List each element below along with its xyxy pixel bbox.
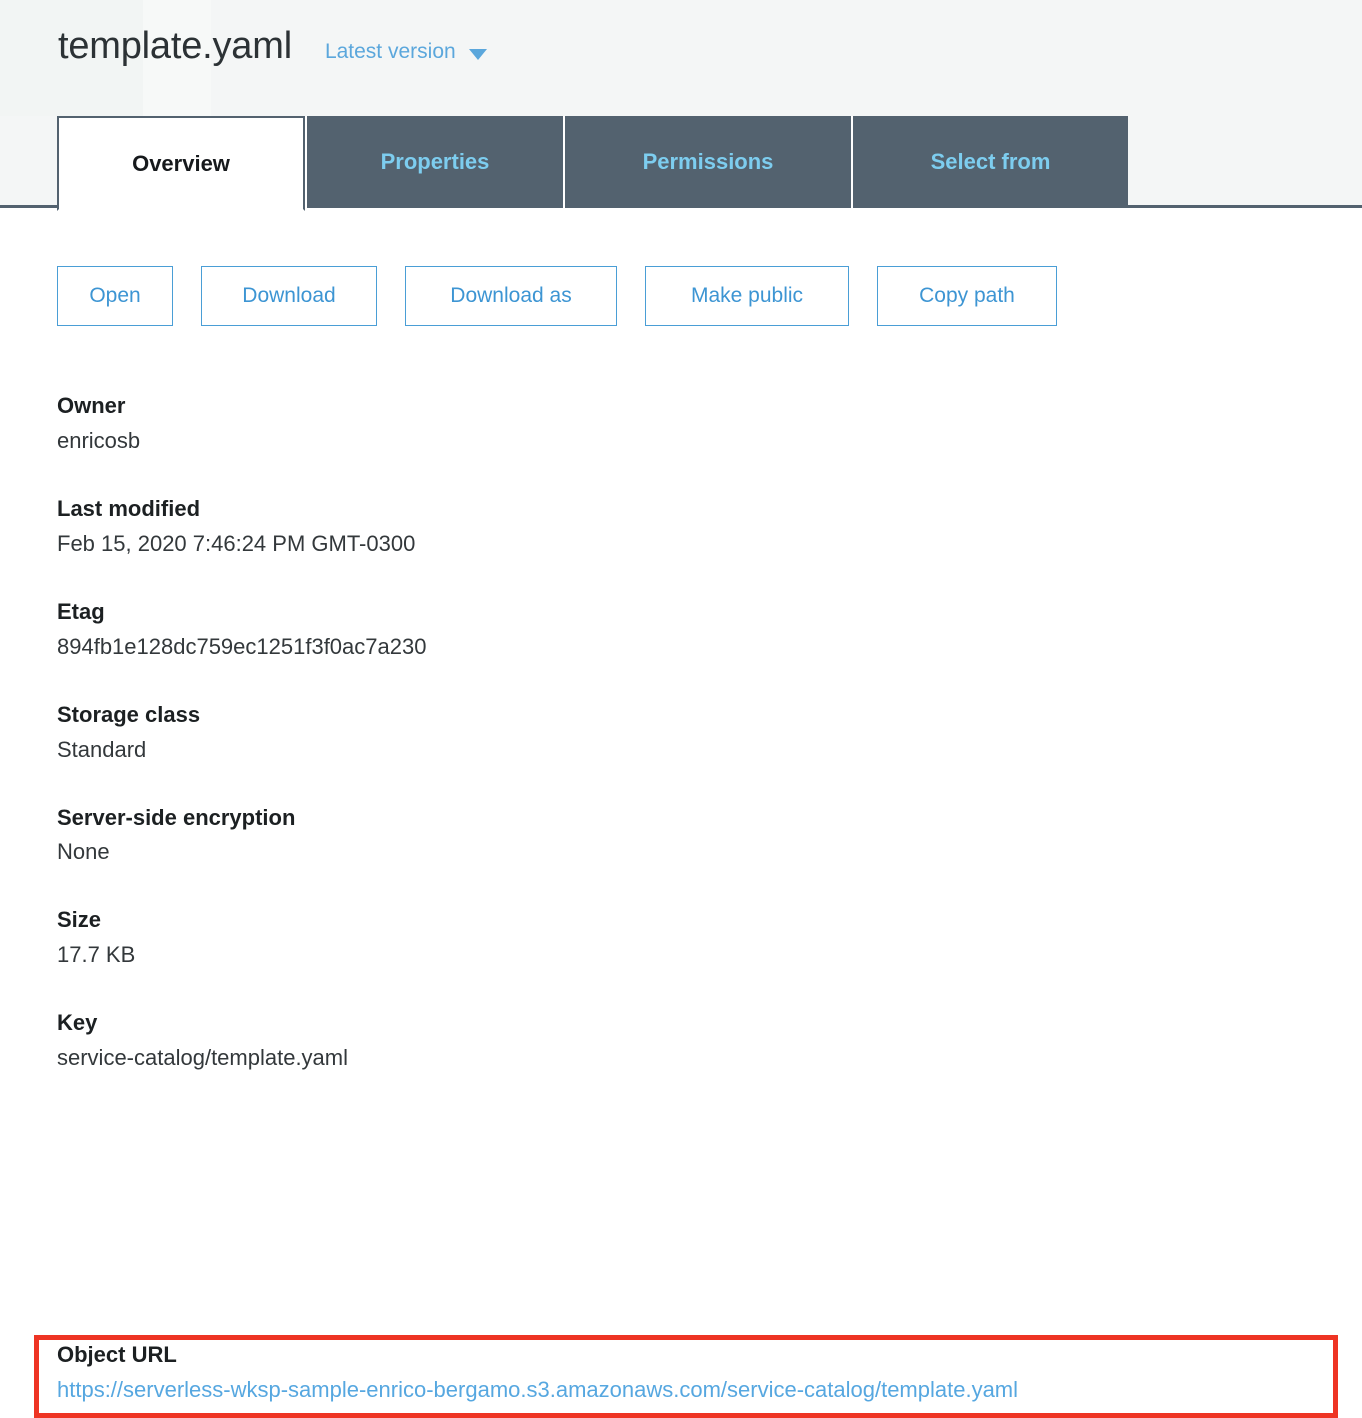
field-object-url-label: Object URL	[57, 1342, 177, 1367]
copy-path-button-label: Copy path	[919, 284, 1015, 307]
download-button[interactable]: Download	[201, 266, 377, 326]
object-url-link[interactable]: https://serverless-wksp-sample-enrico-be…	[57, 1373, 1018, 1406]
tab-bar: Overview Properties Permissions Select f…	[0, 116, 1362, 211]
open-button[interactable]: Open	[57, 266, 173, 326]
field-owner: Owner enricosb	[57, 390, 1362, 457]
version-dropdown[interactable]: Latest version	[325, 40, 487, 64]
field-server-side-encryption: Server-side encryption None	[57, 802, 1362, 869]
tab-properties[interactable]: Properties	[305, 116, 563, 208]
page-title: template.yaml	[58, 25, 292, 67]
version-dropdown-label: Latest version	[324, 40, 456, 63]
page-header: template.yaml Latest version	[0, 0, 1362, 116]
field-storage-class-value: Standard	[57, 736, 147, 762]
field-storage-class: Storage class Standard	[57, 699, 1362, 766]
tab-permissions-label: Permissions	[642, 149, 774, 174]
tab-select-from[interactable]: Select from	[851, 116, 1128, 208]
download-button-label: Download	[242, 284, 336, 307]
field-owner-value: enricosb	[57, 427, 141, 453]
metadata-field-list: Owner enricosb Last modified Feb 15, 202…	[0, 326, 1362, 1074]
tab-list: Overview Properties Permissions Select f…	[57, 116, 1128, 211]
copy-path-button[interactable]: Copy path	[877, 266, 1057, 326]
field-last-modified: Last modified Feb 15, 2020 7:46:24 PM GM…	[57, 493, 1362, 560]
tab-permissions[interactable]: Permissions	[563, 116, 851, 208]
field-size-label: Size	[57, 907, 102, 933]
chevron-down-icon	[468, 48, 487, 60]
tab-overview[interactable]: Overview	[57, 116, 305, 211]
field-etag-value: 894fb1e128dc759ec1251f3f0ac7a230	[57, 633, 427, 659]
download-as-button-label: Download as	[450, 284, 572, 307]
field-key-value: service-catalog/template.yaml	[57, 1045, 349, 1071]
field-key-label: Key	[57, 1010, 98, 1036]
field-server-side-encryption-value: None	[57, 839, 110, 865]
field-size-value: 17.7 KB	[57, 942, 136, 968]
field-etag: Etag 894fb1e128dc759ec1251f3f0ac7a230	[57, 596, 1362, 663]
field-server-side-encryption-label: Server-side encryption	[57, 804, 296, 830]
field-etag-label: Etag	[57, 598, 105, 624]
tab-overview-label: Overview	[132, 150, 230, 176]
field-owner-label: Owner	[57, 393, 126, 418]
tab-select-from-label: Select from	[930, 149, 1051, 174]
open-button-label: Open	[89, 284, 141, 307]
tab-properties-label: Properties	[380, 149, 490, 174]
action-button-row: Open Download Download as Make public Co…	[0, 208, 1362, 326]
field-size: Size 17.7 KB	[57, 904, 1362, 971]
field-key: Key service-catalog/template.yaml	[57, 1007, 1362, 1074]
download-as-button[interactable]: Download as	[405, 266, 617, 326]
field-last-modified-value: Feb 15, 2020 7:46:24 PM GMT-0300	[57, 530, 416, 556]
field-storage-class-label: Storage class	[57, 701, 201, 727]
field-last-modified-label: Last modified	[57, 495, 201, 521]
make-public-button-label: Make public	[690, 284, 804, 307]
make-public-button[interactable]: Make public	[645, 266, 849, 326]
field-object-url: Object URL https://serverless-wksp-sampl…	[57, 1339, 1018, 1406]
overview-panel: Open Download Download as Make public Co…	[0, 208, 1362, 1418]
title-row: template.yaml Latest version	[58, 27, 487, 65]
